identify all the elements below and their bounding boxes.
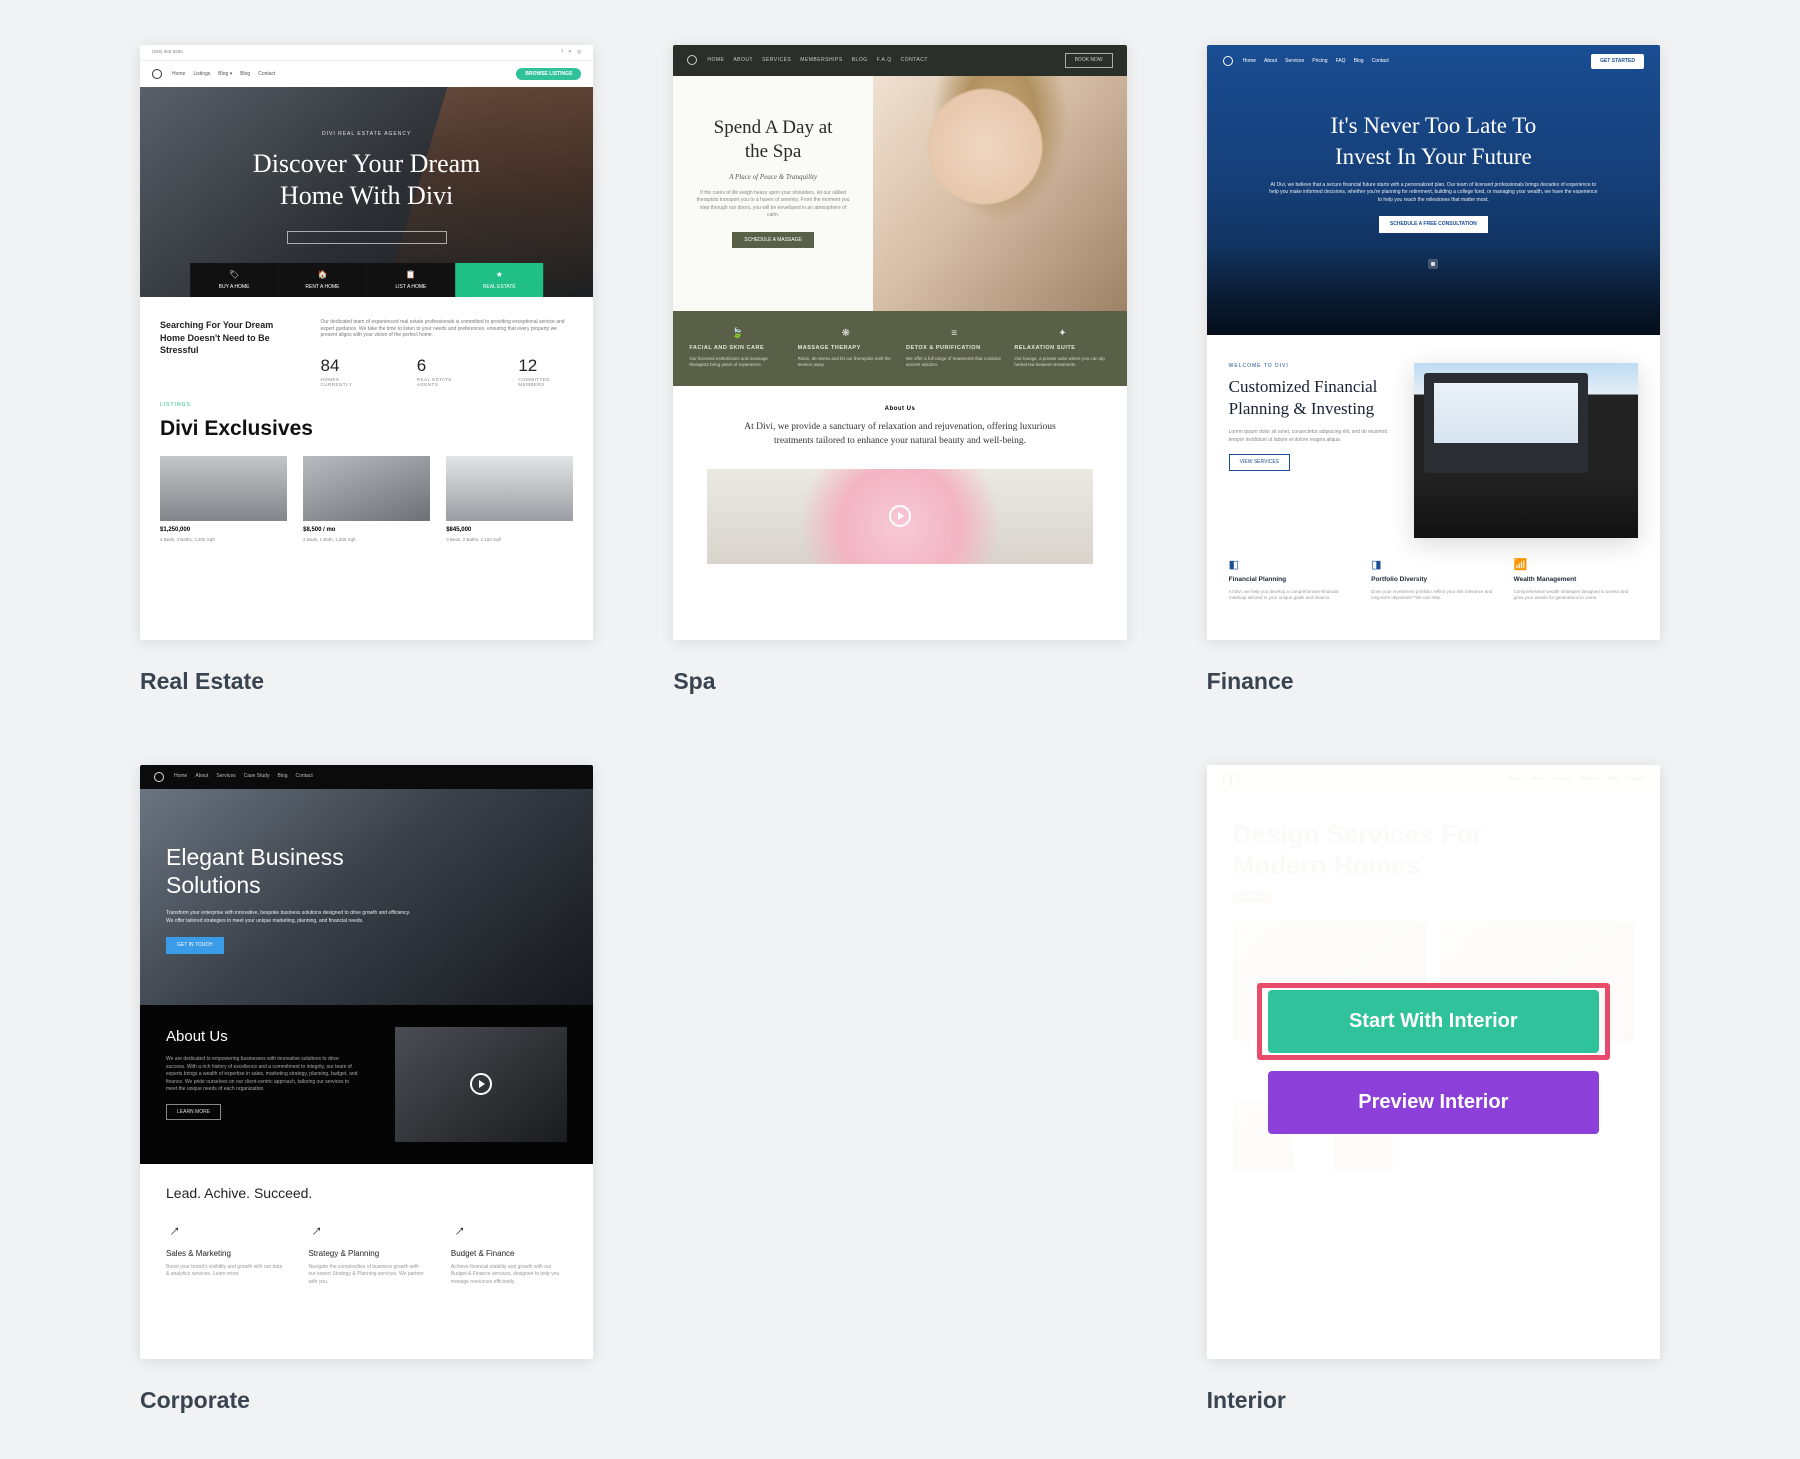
lead-title: Lead. Achive. Succeed. xyxy=(166,1184,567,1202)
nav-menu: Home Listings Blog ▾ Blog Contact xyxy=(172,71,275,78)
browse-listings-button: BROWSE LISTINGS xyxy=(516,68,581,81)
social-icons: f✕◎ xyxy=(561,49,581,56)
view-services-button: VIEW SERVICES xyxy=(1229,454,1290,471)
arrow-icon: → xyxy=(446,1217,472,1243)
logo-icon xyxy=(1223,56,1233,66)
schedule-button: SCHEDULE A MASSAGE xyxy=(732,232,814,249)
logo-icon xyxy=(152,69,162,79)
get-started-button: GET STARTED xyxy=(1591,54,1644,69)
search-input xyxy=(287,231,447,244)
hero-overline: DIVI REAL ESTATE AGENCY xyxy=(140,131,593,138)
mid-heading: Searching For Your Dream Home Doesn't Ne… xyxy=(160,319,301,388)
start-with-interior-button[interactable]: Start With Interior xyxy=(1268,990,1598,1053)
card-title: Real Estate xyxy=(140,668,593,695)
star-icon: ★ xyxy=(459,270,539,280)
book-now-button: BOOK NOW xyxy=(1065,53,1113,68)
about-image xyxy=(395,1027,568,1142)
preview-interior-button[interactable]: Preview Interior xyxy=(1268,1071,1598,1134)
hero-image xyxy=(873,76,1127,311)
hero-title: Discover Your Dream Home With Divi xyxy=(140,148,593,213)
listing-image xyxy=(446,456,573,521)
tag-icon: 🏷 xyxy=(194,270,274,280)
template-card-corporate[interactable]: HomeAboutServicesCase StudyBlogContact E… xyxy=(140,765,593,1415)
about-body: We are dedicated to empowering businesse… xyxy=(166,1056,358,1094)
template-thumbnail: (555) 555-5555 f✕◎ Home Listings Blog ▾ … xyxy=(140,45,593,640)
home-icon: 🏠 xyxy=(282,270,362,280)
list-icon: 📋 xyxy=(371,270,451,280)
logo-icon xyxy=(154,772,164,782)
section-overline: WELCOME TO DIVI xyxy=(1229,363,1393,370)
template-card-interior[interactable]: HomeAboutServicesPortfolioBlogContact De… xyxy=(1207,765,1660,1415)
template-thumbnail: HomeAboutServicesPricingFAQBlogContact G… xyxy=(1207,45,1660,640)
section-body: Lorem ipsum dolor sit amet, consectetur … xyxy=(1229,429,1393,444)
learn-more-button: LEARN MORE xyxy=(166,1104,221,1121)
template-thumbnail: HomeAboutServicesPortfolioBlogContact De… xyxy=(1207,765,1660,1360)
card-title: Finance xyxy=(1207,668,1660,695)
card-title: Corporate xyxy=(140,1387,593,1414)
flower-icon: ❋ xyxy=(798,327,894,340)
template-grid: (555) 555-5555 f✕◎ Home Listings Blog ▾ … xyxy=(140,45,1660,1414)
arrow-icon: → xyxy=(161,1217,187,1243)
arrow-icon: → xyxy=(303,1217,329,1243)
chart-icon: 📶 xyxy=(1514,558,1638,572)
lines-icon: ≡ xyxy=(906,327,1002,340)
listing-image xyxy=(160,456,287,521)
nav-menu: HomeAboutServicesPricingFAQBlogContact xyxy=(1243,58,1389,65)
skyline-image xyxy=(1207,245,1660,335)
logo-icon xyxy=(687,55,697,65)
hero-subtitle: A Place of Peace & Tranquility xyxy=(695,173,850,182)
sparkle-icon: ✦ xyxy=(1014,327,1110,340)
about-title: About Us xyxy=(733,406,1066,414)
section-title: Customized Financial Planning & Investin… xyxy=(1229,376,1393,422)
hero-body: If the cares of life weigh heavy upon yo… xyxy=(695,190,850,220)
template-thumbnail: HOMEABOUTSERVICESMEMBERSHIPSBLOGF.A.QCON… xyxy=(673,45,1126,640)
video-preview xyxy=(707,469,1092,564)
hero-body: At Divi, we believe that a secure financ… xyxy=(1267,182,1600,205)
play-icon xyxy=(470,1073,492,1095)
hero-tabs: 🏷BUY A HOME 🏠RENT A HOME 📋LIST A HOME ★R… xyxy=(190,263,544,297)
template-card-real-estate[interactable]: (555) 555-5555 f✕◎ Home Listings Blog ▾ … xyxy=(140,45,593,695)
about-body: At Divi, we provide a sanctuary of relax… xyxy=(733,420,1066,449)
laptop-image xyxy=(1414,363,1638,538)
section-title: Divi Exclusives xyxy=(160,415,573,442)
planning-icon: ◧ xyxy=(1229,558,1353,572)
play-icon xyxy=(889,505,911,527)
section-overline: LISTINGS xyxy=(160,402,573,409)
hero-title: It's Never Too Late ToInvest In Your Fut… xyxy=(1267,110,1600,172)
card-title: Interior xyxy=(1207,1387,1660,1414)
portfolio-icon: ◨ xyxy=(1371,558,1495,572)
mid-body: Our dedicated team of experienced real e… xyxy=(321,319,574,339)
template-card-finance[interactable]: HomeAboutServicesPricingFAQBlogContact G… xyxy=(1207,45,1660,695)
card-title: Spa xyxy=(673,668,1126,695)
template-hover-overlay: Start With Interior Preview Interior xyxy=(1207,765,1660,1360)
template-card-spa[interactable]: HOMEABOUTSERVICESMEMBERSHIPSBLOGF.A.QCON… xyxy=(673,45,1126,695)
hero-title: Elegant BusinessSolutions xyxy=(166,843,567,901)
nav-menu: HOMEABOUTSERVICESMEMBERSHIPSBLOGF.A.QCON… xyxy=(707,57,928,64)
about-title: About Us xyxy=(166,1027,375,1047)
hero-body: Transform your enterprise with innovativ… xyxy=(166,910,415,925)
nav-menu: HomeAboutServicesCase StudyBlogContact xyxy=(174,773,313,780)
listing-image xyxy=(303,456,430,521)
template-thumbnail: HomeAboutServicesCase StudyBlogContact E… xyxy=(140,765,593,1360)
consultation-button: SCHEDULE A FREE CONSULTATION xyxy=(1379,216,1488,233)
leaf-icon: 🍃 xyxy=(689,327,785,340)
get-in-touch-button: GET IN TOUCH xyxy=(166,937,224,954)
phone-text: (555) 555-5555 xyxy=(152,49,183,55)
hero-title: Spend A Day atthe Spa xyxy=(695,116,850,165)
